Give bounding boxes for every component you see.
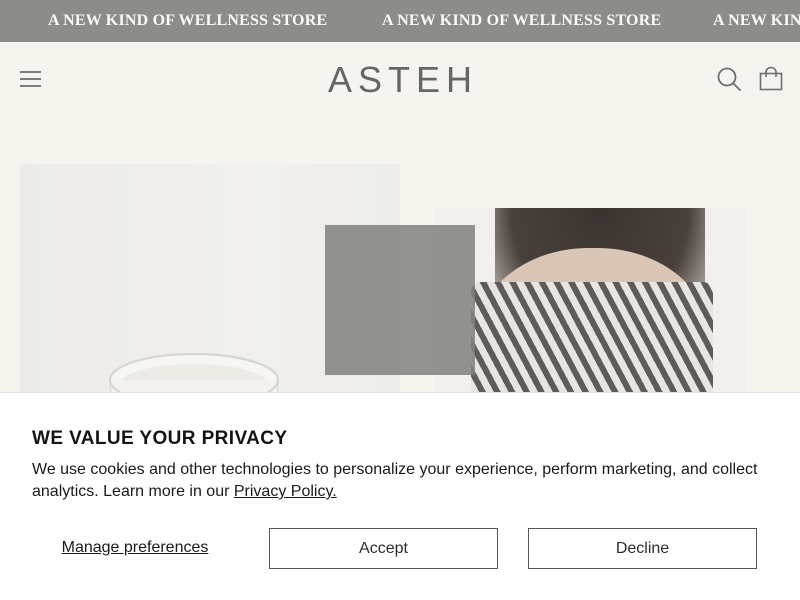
announcement-bar: A NEW KIND OF WELLNESS STORE A NEW KIND … — [0, 0, 800, 42]
shopping-bag-icon[interactable] — [758, 66, 784, 92]
quick-view-overlay[interactable] — [325, 225, 475, 375]
decline-button[interactable]: Decline — [528, 528, 757, 569]
cookie-description: We use cookies and other technologies to… — [32, 459, 762, 503]
privacy-policy-link[interactable]: Privacy Policy. — [234, 483, 337, 500]
announcement-text: A NEW KIND OF WELLNESS STORE — [713, 12, 800, 29]
site-header: ASTEH — [0, 42, 800, 116]
manage-preferences-button[interactable]: Manage preferences — [32, 528, 238, 568]
announcement-text: A NEW KIND OF WELLNESS STORE — [48, 12, 328, 29]
accept-button[interactable]: Accept — [269, 528, 498, 569]
announcement-text: A NEW KIND OF WELLNESS STORE — [382, 12, 662, 29]
cookie-description-text: We use cookies and other technologies to… — [32, 461, 758, 500]
search-icon[interactable] — [716, 66, 742, 92]
cookie-title: WE VALUE YOUR PRIVACY — [32, 428, 288, 449]
site-logo[interactable]: ASTEH — [0, 59, 800, 101]
cookie-consent-banner: WE VALUE YOUR PRIVACY We use cookies and… — [0, 392, 800, 600]
